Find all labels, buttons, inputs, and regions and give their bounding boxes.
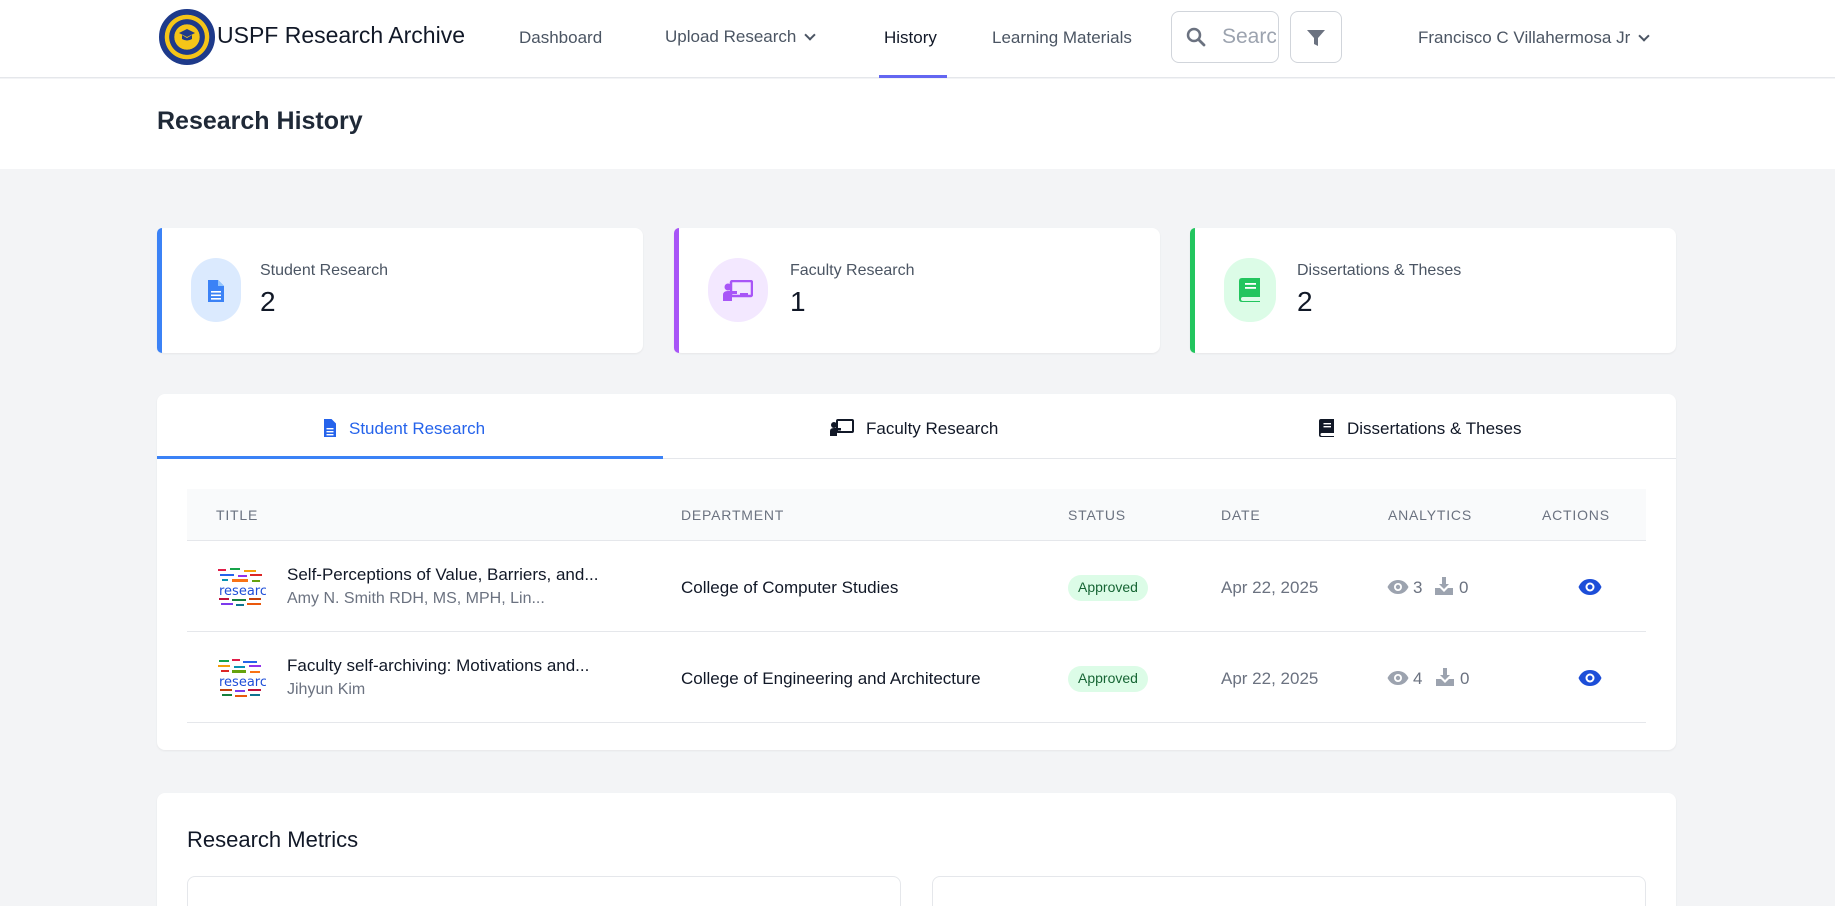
active-nav-indicator bbox=[879, 75, 947, 78]
stat-icon-wrap bbox=[1224, 258, 1276, 322]
stat-card-student-research: Student Research 2 bbox=[157, 228, 643, 353]
graduation-cap-icon bbox=[179, 29, 195, 41]
research-author: Jihyun Kim bbox=[287, 681, 366, 698]
table-row[interactable]: researc Faculty self-archiving: Motivati… bbox=[187, 632, 1646, 723]
column-header-analytics: ANALYTICS bbox=[1388, 507, 1472, 523]
research-tabs: Student Research Faculty Research Disser… bbox=[157, 394, 1676, 459]
download-icon bbox=[1436, 668, 1454, 686]
status-badge: Approved bbox=[1068, 666, 1148, 692]
stat-icon-wrap bbox=[708, 258, 768, 322]
tab-label: Student Research bbox=[349, 419, 486, 438]
metrics-title: Research Metrics bbox=[187, 827, 359, 852]
column-header-department: DEPARTMENT bbox=[681, 507, 785, 523]
book-icon bbox=[1319, 419, 1334, 437]
stat-icon-wrap bbox=[191, 258, 241, 322]
filter-button[interactable] bbox=[1290, 11, 1342, 63]
stat-card-dissertations: Dissertations & Theses 2 bbox=[1190, 228, 1676, 353]
stat-card-faculty-research: Faculty Research 1 bbox=[674, 228, 1160, 353]
brand-title[interactable]: USPF Research Archive bbox=[217, 22, 465, 49]
nav-upload-label: Upload Research bbox=[665, 27, 797, 46]
research-author: Amy N. Smith RDH, MS, MPH, Lin... bbox=[287, 590, 545, 607]
chevron-down-icon bbox=[1638, 30, 1650, 42]
word-cloud-thumbnail-icon: researc bbox=[218, 568, 266, 606]
research-date: Apr 22, 2025 bbox=[1221, 669, 1319, 688]
research-metrics-section: Research Metrics bbox=[157, 793, 1676, 906]
top-navbar: USPF Research Archive Dashboard Upload R… bbox=[0, 0, 1835, 78]
tab-faculty-research[interactable]: Faculty Research bbox=[830, 416, 998, 439]
stat-value: 1 bbox=[790, 286, 806, 317]
university-logo[interactable] bbox=[159, 9, 215, 65]
presentation-icon bbox=[830, 419, 854, 436]
stat-value: 2 bbox=[260, 286, 276, 317]
word-cloud-thumbnail-icon: researc bbox=[218, 659, 266, 697]
tab-dissertations-theses[interactable]: Dissertations & Theses bbox=[1319, 416, 1521, 439]
stat-value: 2 bbox=[1297, 286, 1313, 317]
filter-icon bbox=[1307, 30, 1325, 46]
column-header-status: STATUS bbox=[1068, 507, 1126, 523]
card-accent bbox=[157, 228, 162, 353]
views-eye-icon bbox=[1387, 580, 1409, 594]
stat-label: Student Research bbox=[260, 262, 389, 279]
views-eye-icon bbox=[1387, 671, 1409, 685]
column-header-actions: ACTIONS bbox=[1542, 507, 1610, 523]
tab-label: Dissertations & Theses bbox=[1347, 419, 1522, 438]
page-title: Research History bbox=[157, 107, 363, 135]
page-header: Research History bbox=[0, 79, 1835, 169]
views-count: 4 bbox=[1413, 669, 1423, 688]
presentation-icon bbox=[723, 280, 753, 301]
column-header-title: TITLE bbox=[216, 507, 259, 523]
table-row[interactable]: researc Self-Perceptions of Value, Barri… bbox=[187, 541, 1646, 632]
research-department: College of Computer Studies bbox=[681, 578, 899, 597]
document-icon bbox=[324, 419, 336, 437]
metrics-card-right bbox=[932, 876, 1646, 906]
user-name: Francisco C Villahermosa Jr bbox=[1418, 28, 1631, 47]
card-accent bbox=[1190, 228, 1195, 353]
table-header: TITLE DEPARTMENT STATUS DATE ANALYTICS A… bbox=[187, 489, 1646, 541]
search-icon bbox=[1186, 27, 1206, 47]
svg-text:researc: researc bbox=[219, 584, 266, 599]
search-box[interactable] bbox=[1171, 11, 1279, 63]
chevron-down-icon bbox=[804, 29, 817, 41]
research-date: Apr 22, 2025 bbox=[1221, 578, 1319, 597]
research-department: College of Engineering and Architecture bbox=[681, 669, 981, 688]
nav-upload-research[interactable]: Upload Research bbox=[665, 27, 817, 47]
view-eye-icon[interactable] bbox=[1578, 577, 1602, 597]
tab-label: Faculty Research bbox=[866, 419, 999, 438]
nav-learning-materials[interactable]: Learning Materials bbox=[992, 28, 1132, 48]
user-menu[interactable]: Francisco C Villahermosa Jr bbox=[1418, 28, 1650, 48]
nav-history[interactable]: History bbox=[884, 28, 937, 48]
research-thumbnail: researc bbox=[216, 565, 266, 609]
research-thumbnail: researc bbox=[216, 656, 266, 700]
stat-label: Faculty Research bbox=[790, 262, 915, 279]
views-count: 3 bbox=[1413, 578, 1423, 597]
download-icon bbox=[1435, 577, 1453, 595]
downloads-count: 0 bbox=[1460, 669, 1470, 688]
book-icon bbox=[1239, 278, 1260, 302]
research-title[interactable]: Self-Perceptions of Value, Barriers, and… bbox=[287, 565, 599, 585]
active-tab-indicator bbox=[157, 456, 663, 459]
tab-student-research[interactable]: Student Research bbox=[323, 416, 485, 439]
column-header-date: DATE bbox=[1221, 507, 1261, 523]
svg-text:researc: researc bbox=[219, 675, 266, 690]
metrics-card-left bbox=[187, 876, 901, 906]
search-input[interactable] bbox=[1222, 24, 1276, 50]
status-badge: Approved bbox=[1068, 575, 1148, 601]
card-accent bbox=[674, 228, 679, 353]
view-eye-icon[interactable] bbox=[1578, 668, 1602, 688]
downloads-count: 0 bbox=[1459, 578, 1469, 597]
research-table-panel: Student Research Faculty Research Disser… bbox=[157, 394, 1676, 750]
research-title[interactable]: Faculty self-archiving: Motivations and.… bbox=[287, 656, 589, 676]
document-icon bbox=[208, 280, 224, 302]
nav-dashboard[interactable]: Dashboard bbox=[519, 28, 602, 48]
stat-label: Dissertations & Theses bbox=[1297, 262, 1462, 279]
